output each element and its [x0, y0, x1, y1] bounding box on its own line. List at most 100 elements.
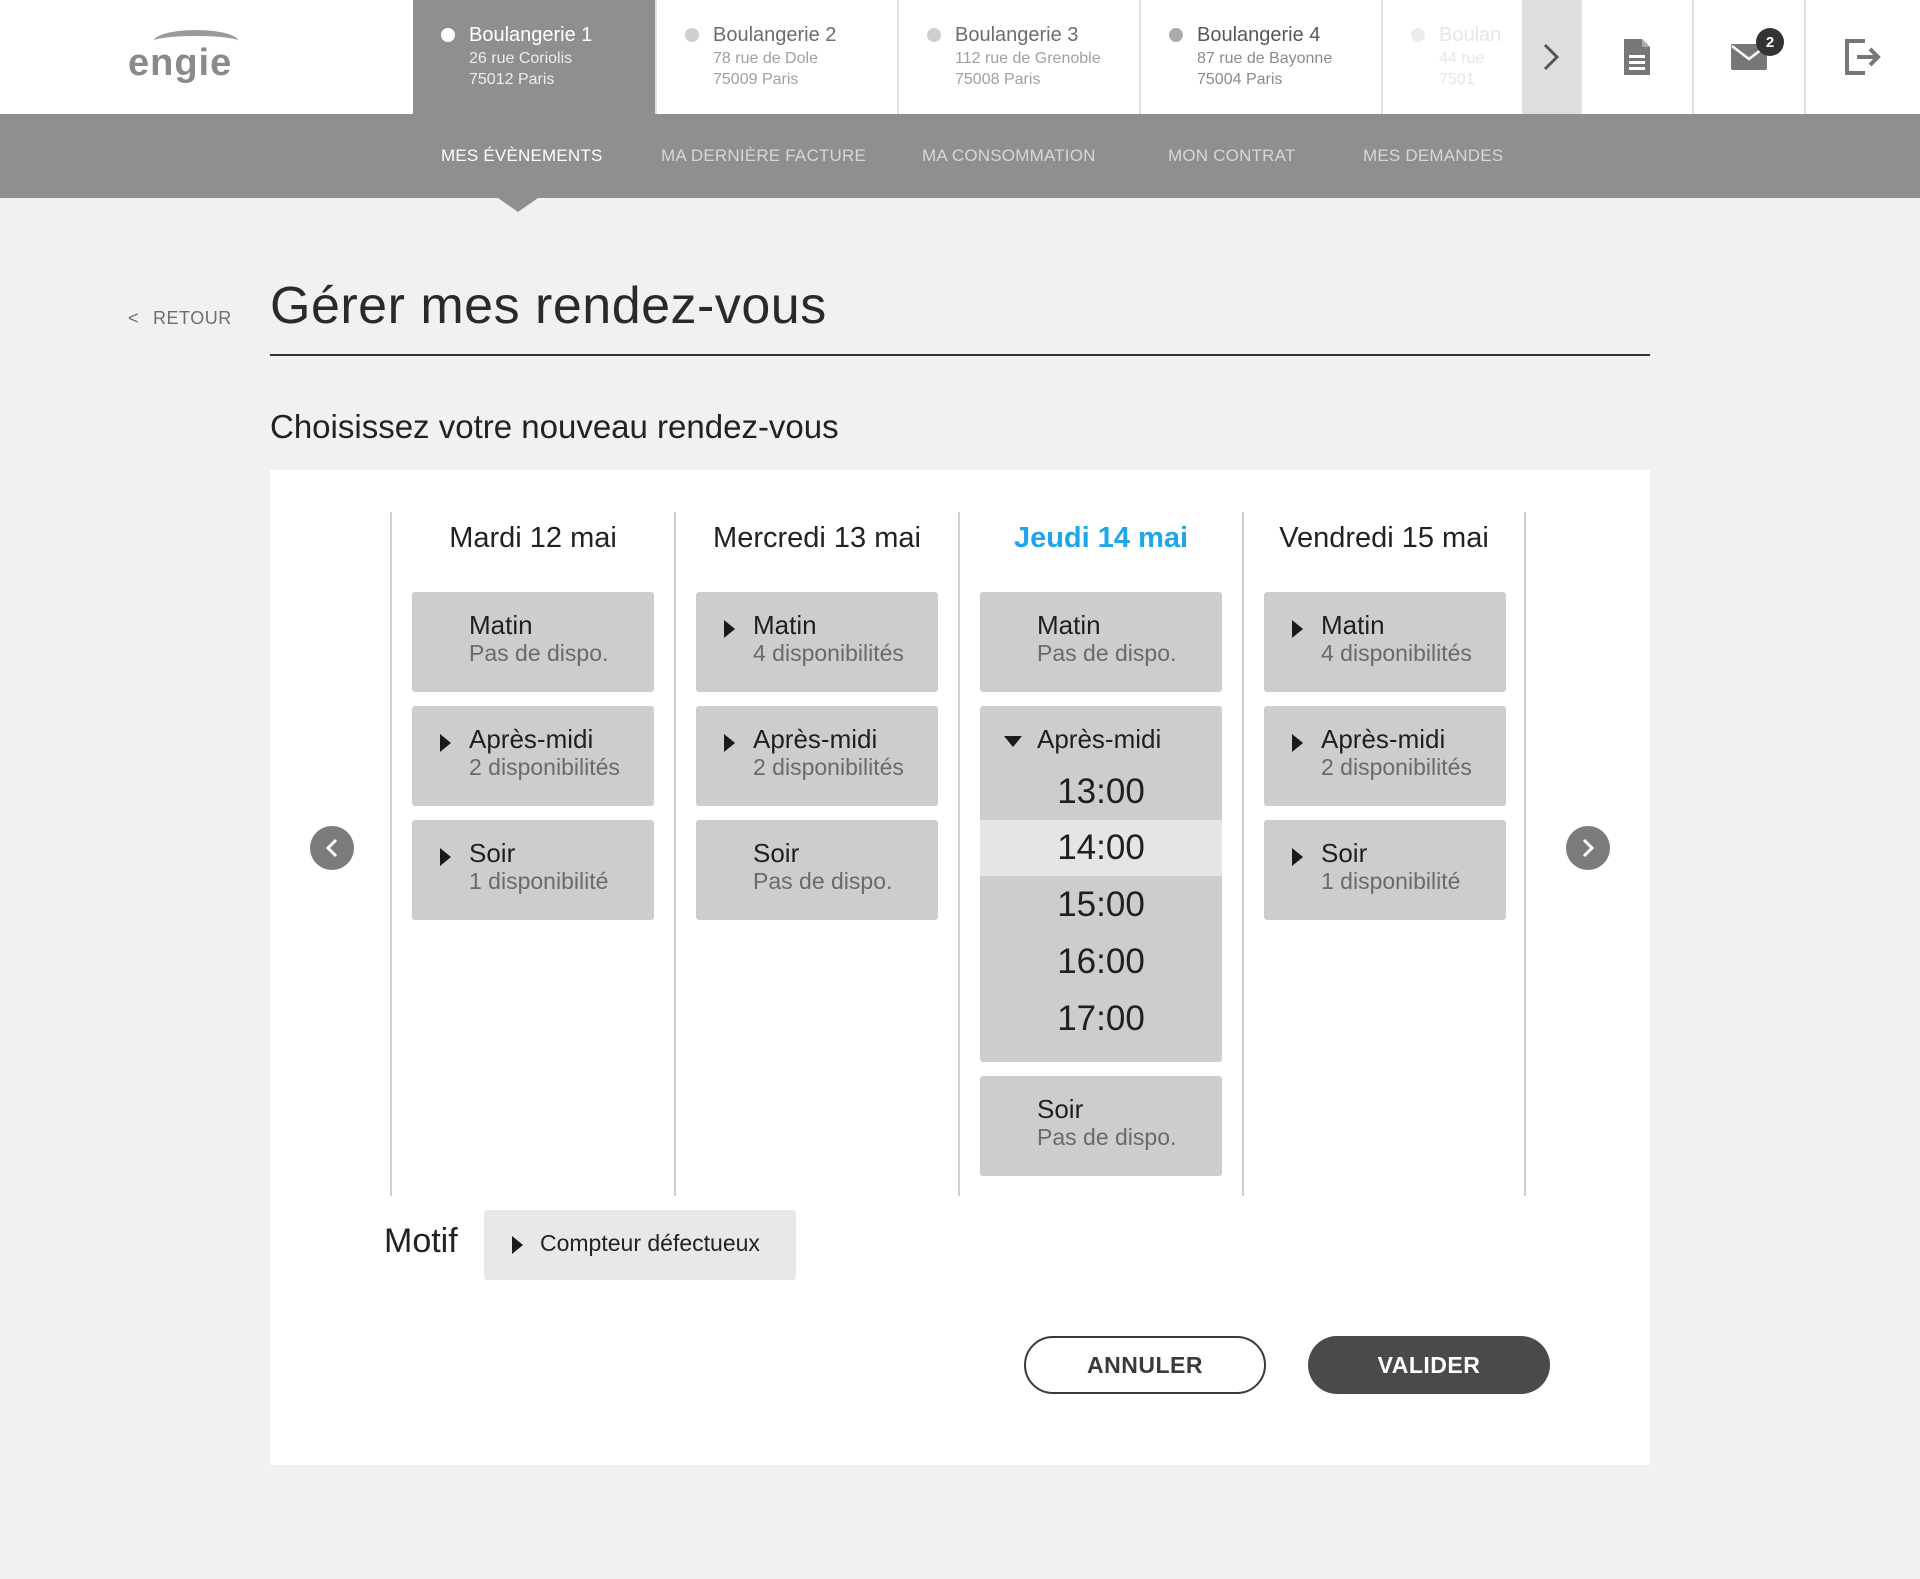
slot-matin: Matin Pas de dispo. — [980, 592, 1222, 692]
slot-availability: 2 disponibilités — [753, 754, 904, 781]
appointment-picker: Mardi 12 mai Matin Pas de dispo. Après-m… — [270, 470, 1650, 1465]
chevron-right-icon — [1542, 42, 1560, 72]
site-city: 75008 Paris — [955, 69, 1139, 90]
slot-matin[interactable]: Matin 4 disponibilités — [1264, 592, 1506, 692]
day-column-selected: Jeudi 14 mai Matin Pas de dispo. Après-m… — [958, 512, 1242, 1196]
site-street: 78 rue de Dole — [713, 48, 897, 69]
nav-mes-evenements[interactable]: MES ÉVÈNEMENTS — [441, 114, 603, 198]
slot-apres-midi[interactable]: Après-midi 2 disponibilités — [696, 706, 938, 806]
page-title: Gérer mes rendez-vous — [270, 276, 827, 336]
site-city: 75012 Paris — [469, 69, 655, 90]
slot-availability: 4 disponibilités — [753, 640, 904, 667]
nav-ma-consommation[interactable]: MA CONSOMMATION — [922, 114, 1096, 198]
caret-right-icon — [1292, 734, 1303, 752]
caret-right-icon — [724, 734, 735, 752]
caret-down-icon — [1004, 736, 1022, 747]
validate-button[interactable]: VALIDER — [1308, 1336, 1550, 1394]
document-icon — [1622, 37, 1652, 77]
time-option-1500[interactable]: 15:00 — [980, 877, 1222, 933]
chevron-left-icon — [325, 838, 339, 858]
day-column: Vendredi 15 mai Matin 4 disponibilités A… — [1242, 512, 1526, 1196]
slot-matin[interactable]: Matin 4 disponibilités — [696, 592, 938, 692]
slot-name: Soir — [1037, 1094, 1083, 1125]
slot-soir: Soir Pas de dispo. — [980, 1076, 1222, 1176]
slot-name: Soir — [469, 838, 515, 869]
slot-name: Après-midi — [753, 724, 877, 755]
motif-select[interactable]: Compteur défectueux — [484, 1210, 796, 1280]
logo-text: engie — [128, 42, 232, 85]
site-tab-4[interactable]: Boulangerie 4 87 rue de Bayonne 75004 Pa… — [1139, 0, 1381, 114]
slot-soir[interactable]: Soir 1 disponibilité — [412, 820, 654, 920]
nav-ma-derniere-facture[interactable]: MA DERNIÈRE FACTURE — [661, 114, 866, 198]
logout-button[interactable] — [1804, 0, 1920, 114]
chevron-right-icon — [1581, 838, 1595, 858]
site-name: Boulangerie 3 — [955, 22, 1139, 48]
slot-name: Soir — [1321, 838, 1367, 869]
time-option-1700[interactable]: 17:00 — [980, 991, 1222, 1047]
sites-next-button[interactable] — [1522, 0, 1580, 114]
slot-apres-midi[interactable]: Après-midi 2 disponibilités — [1264, 706, 1506, 806]
radio-dot-icon — [927, 28, 941, 42]
time-option-1600[interactable]: 16:00 — [980, 934, 1222, 990]
day-title: Mardi 12 mai — [392, 522, 674, 555]
slot-availability: 1 disponibilité — [1321, 868, 1460, 895]
title-divider — [270, 354, 1650, 356]
documents-button[interactable] — [1580, 0, 1692, 114]
previous-week-button[interactable] — [310, 826, 354, 870]
site-city: 75004 Paris — [1197, 69, 1381, 90]
chevron-left-icon: < — [128, 308, 139, 328]
caret-right-icon — [512, 1236, 523, 1254]
slot-apres-midi-expanded[interactable]: Après-midi 13:00 14:00 15:00 16:00 17:00 — [980, 706, 1222, 1062]
caret-right-icon — [1292, 848, 1303, 866]
slot-name: Matin — [469, 610, 533, 641]
site-tab-2[interactable]: Boulangerie 2 78 rue de Dole 75009 Paris — [655, 0, 897, 114]
slot-soir: Soir Pas de dispo. — [696, 820, 938, 920]
engie-logo[interactable]: engie — [128, 28, 258, 88]
slot-soir[interactable]: Soir 1 disponibilité — [1264, 820, 1506, 920]
site-tab-3[interactable]: Boulangerie 3 112 rue de Grenoble 75008 … — [897, 0, 1139, 114]
back-link[interactable]: < RETOUR — [128, 308, 232, 329]
top-header: engie Boulangerie 1 26 rue Coriolis 7501… — [0, 0, 1920, 114]
slot-availability: 2 disponibilités — [1321, 754, 1472, 781]
radio-dot-icon — [685, 28, 699, 42]
site-tab-1[interactable]: Boulangerie 1 26 rue Coriolis 75012 Pari… — [413, 0, 655, 114]
unread-count-badge: 2 — [1756, 28, 1784, 56]
site-name: Boulan — [1439, 22, 1522, 48]
site-street: 44 rue — [1439, 48, 1522, 69]
slot-name: Matin — [753, 610, 817, 641]
day-title: Mercredi 13 mai — [676, 522, 958, 555]
day-title: Vendredi 15 mai — [1244, 522, 1524, 555]
messages-button[interactable]: 2 — [1692, 0, 1804, 114]
caret-right-icon — [440, 734, 451, 752]
day-column: Mercredi 13 mai Matin 4 disponibilités A… — [674, 512, 958, 1196]
radio-dot-icon — [441, 28, 455, 42]
caret-right-icon — [724, 620, 735, 638]
site-tab-5[interactable]: Boulan 44 rue 7501 — [1381, 0, 1522, 114]
slot-name: Matin — [1321, 610, 1385, 641]
section-title: Choisissez votre nouveau rendez-vous — [270, 408, 839, 446]
site-name: Boulangerie 1 — [469, 22, 655, 48]
site-street: 26 rue Coriolis — [469, 48, 655, 69]
time-option-1300[interactable]: 13:00 — [980, 764, 1222, 820]
site-city: 75009 Paris — [713, 69, 897, 90]
next-week-button[interactable] — [1566, 826, 1610, 870]
radio-dot-icon — [1411, 28, 1425, 42]
site-street: 112 rue de Grenoble — [955, 48, 1139, 69]
day-title: Jeudi 14 mai — [960, 522, 1242, 555]
caret-right-icon — [1292, 620, 1303, 638]
slot-apres-midi[interactable]: Après-midi 2 disponibilités — [412, 706, 654, 806]
nav-mes-demandes[interactable]: MES DEMANDES — [1363, 114, 1503, 198]
slot-availability: 4 disponibilités — [1321, 640, 1472, 667]
slot-availability: 1 disponibilité — [469, 868, 608, 895]
nav-mon-contrat[interactable]: MON CONTRAT — [1168, 114, 1295, 198]
motif-value: Compteur défectueux — [540, 1230, 760, 1257]
main-nav: MES ÉVÈNEMENTS MA DERNIÈRE FACTURE MA CO… — [0, 114, 1920, 198]
slot-name: Après-midi — [1037, 724, 1161, 755]
back-label: RETOUR — [153, 308, 232, 328]
time-option-1400-selected[interactable]: 14:00 — [980, 820, 1222, 876]
slot-availability: Pas de dispo. — [1037, 1124, 1176, 1151]
site-name: Boulangerie 2 — [713, 22, 897, 48]
slot-availability: Pas de dispo. — [1037, 640, 1176, 667]
slot-name: Soir — [753, 838, 799, 869]
cancel-button[interactable]: ANNULER — [1024, 1336, 1266, 1394]
